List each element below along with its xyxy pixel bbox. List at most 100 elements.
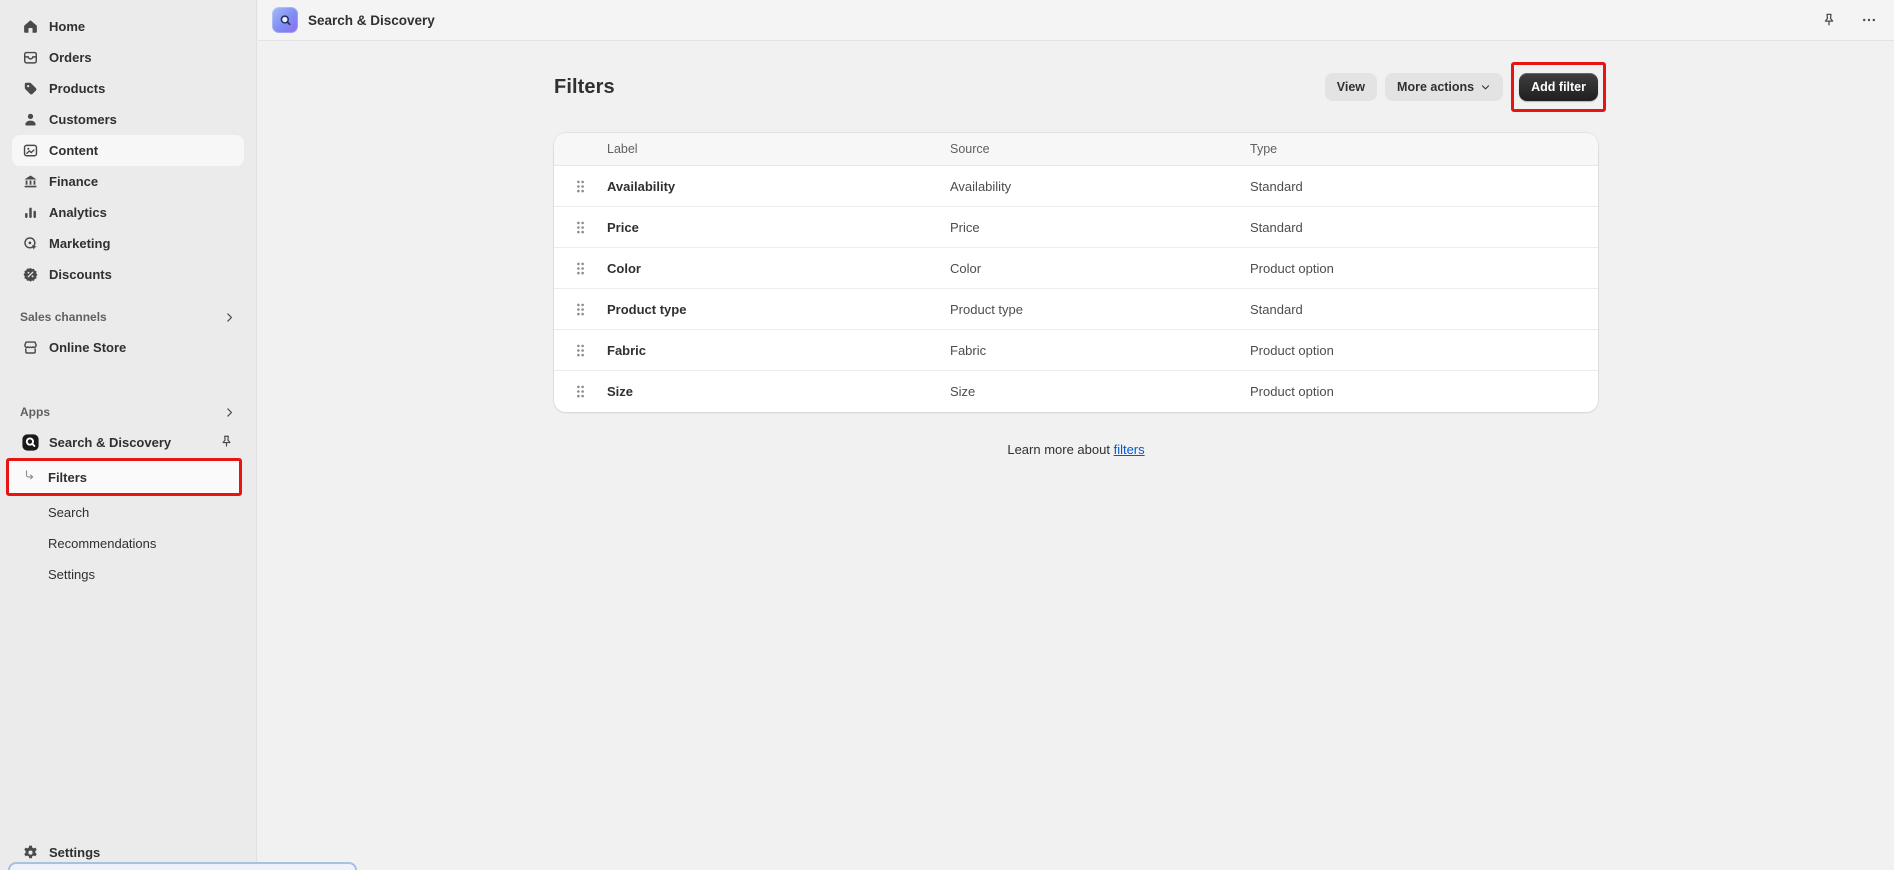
annotation-filters-box: Filters xyxy=(6,458,242,496)
table-row[interactable]: Product type Product type Standard xyxy=(554,289,1598,330)
page-title: Filters xyxy=(554,76,615,99)
sidebar-item-customers[interactable]: Customers xyxy=(12,104,244,135)
chevron-down-icon xyxy=(1480,82,1491,93)
page-header: Filters View More actions Add filter xyxy=(554,61,1598,113)
search-discovery-gradient-icon xyxy=(272,7,298,33)
sidebar-item-marketing[interactable]: Marketing xyxy=(12,228,244,259)
drag-handle-icon[interactable] xyxy=(554,384,607,399)
sidebar-item-analytics[interactable]: Analytics xyxy=(12,197,244,228)
pin-icon[interactable] xyxy=(1818,9,1840,31)
customers-icon xyxy=(20,110,40,130)
sub-arrow-icon xyxy=(22,469,37,484)
filter-source: Product type xyxy=(950,302,1250,317)
sidebar-item-label: Filters xyxy=(48,470,87,485)
sidebar-item-home[interactable]: Home xyxy=(12,11,244,42)
more-menu-icon[interactable] xyxy=(1858,9,1880,31)
column-header-source: Source xyxy=(950,142,1250,156)
main-area: Filters View More actions Add filter xyxy=(258,41,1894,870)
filter-type: Product option xyxy=(1250,261,1598,276)
add-filter-button[interactable]: Add filter xyxy=(1519,73,1598,101)
sidebar-item-discounts[interactable]: Discounts xyxy=(12,259,244,290)
sidebar-item-online-store[interactable]: Online Store xyxy=(12,332,244,363)
filter-label: Product type xyxy=(607,302,950,317)
filter-type: Standard xyxy=(1250,302,1598,317)
analytics-icon xyxy=(20,203,40,223)
store-icon xyxy=(20,338,40,358)
sidebar-item-filters[interactable]: Filters xyxy=(11,462,237,492)
filter-label: Size xyxy=(607,384,950,399)
sidebar-item-label: Recommendations xyxy=(48,536,156,551)
filter-source: Price xyxy=(950,220,1250,235)
table-header-row: Label Source Type xyxy=(554,133,1598,166)
filter-type: Standard xyxy=(1250,179,1598,194)
sidebar-item-app-settings[interactable]: Settings xyxy=(12,559,244,589)
sidebar-item-label: Orders xyxy=(49,50,92,65)
table-row[interactable]: Size Size Product option xyxy=(554,371,1598,412)
annotation-add-filter-box: Add filter xyxy=(1511,62,1606,112)
drag-handle-icon[interactable] xyxy=(554,179,607,194)
table-row[interactable]: Fabric Fabric Product option xyxy=(554,330,1598,371)
products-icon xyxy=(20,79,40,99)
filter-type: Product option xyxy=(1250,343,1598,358)
filter-source: Fabric xyxy=(950,343,1250,358)
pin-icon[interactable] xyxy=(219,434,234,449)
filter-source: Color xyxy=(950,261,1250,276)
sidebar-item-products[interactable]: Products xyxy=(12,73,244,104)
drag-handle-icon[interactable] xyxy=(554,343,607,358)
sidebar-item-label: Marketing xyxy=(49,236,110,251)
search-discovery-app-icon xyxy=(20,433,40,453)
content-icon xyxy=(20,141,40,161)
sidebar-item-label: Settings xyxy=(49,845,100,860)
drag-handle-icon[interactable] xyxy=(554,261,607,276)
table-row[interactable]: Price Price Standard xyxy=(554,207,1598,248)
apps-label: Apps xyxy=(20,405,50,419)
sidebar-item-label: Settings xyxy=(48,567,95,582)
chevron-right-icon xyxy=(223,311,236,324)
sidebar-item-label: Home xyxy=(49,19,85,34)
sidebar-item-search-discovery-app[interactable]: Search & Discovery xyxy=(12,427,244,458)
popup-window-edge xyxy=(8,862,357,870)
filter-source: Size xyxy=(950,384,1250,399)
view-button[interactable]: View xyxy=(1325,73,1377,101)
filter-label: Price xyxy=(607,220,950,235)
filter-label: Fabric xyxy=(607,343,950,358)
sidebar: Home Orders Products Customers Content F… xyxy=(0,0,257,870)
drag-handle-icon[interactable] xyxy=(554,220,607,235)
sidebar-item-recommendations[interactable]: Recommendations xyxy=(12,528,244,558)
sidebar-item-label: Finance xyxy=(49,174,98,189)
sidebar-item-label: Products xyxy=(49,81,105,96)
sidebar-item-search[interactable]: Search xyxy=(12,497,244,527)
sidebar-item-label: Search xyxy=(48,505,89,520)
orders-icon xyxy=(20,48,40,68)
sales-channels-header[interactable]: Sales channels xyxy=(12,304,244,330)
column-header-label: Label xyxy=(607,142,950,156)
filter-label: Color xyxy=(607,261,950,276)
learn-more-text: Learn more about filters xyxy=(554,442,1598,457)
chevron-right-icon xyxy=(223,406,236,419)
sidebar-item-label: Content xyxy=(49,143,98,158)
discounts-icon xyxy=(20,265,40,285)
sidebar-item-label: Search & Discovery xyxy=(49,435,171,450)
drag-handle-icon[interactable] xyxy=(554,302,607,317)
table-row[interactable]: Availability Availability Standard xyxy=(554,166,1598,207)
sidebar-item-orders[interactable]: Orders xyxy=(12,42,244,73)
filter-type: Standard xyxy=(1250,220,1598,235)
filters-table: Label Source Type Availability Availabil… xyxy=(554,133,1598,412)
filters-link[interactable]: filters xyxy=(1114,442,1145,457)
sidebar-item-label: Discounts xyxy=(49,267,112,282)
sales-channels-label: Sales channels xyxy=(20,310,107,324)
filter-type: Product option xyxy=(1250,384,1598,399)
filter-label: Availability xyxy=(607,179,950,194)
table-row[interactable]: Color Color Product option xyxy=(554,248,1598,289)
more-actions-button[interactable]: More actions xyxy=(1385,73,1503,101)
sidebar-item-label: Customers xyxy=(49,112,117,127)
home-icon xyxy=(20,17,40,37)
app-topbar: Search & Discovery xyxy=(258,0,1894,41)
marketing-icon xyxy=(20,234,40,254)
sidebar-item-label: Online Store xyxy=(49,340,126,355)
app-title: Search & Discovery xyxy=(308,13,435,28)
sidebar-item-finance[interactable]: Finance xyxy=(12,166,244,197)
sidebar-item-content[interactable]: Content xyxy=(12,135,244,166)
finance-icon xyxy=(20,172,40,192)
apps-header[interactable]: Apps xyxy=(12,399,244,425)
